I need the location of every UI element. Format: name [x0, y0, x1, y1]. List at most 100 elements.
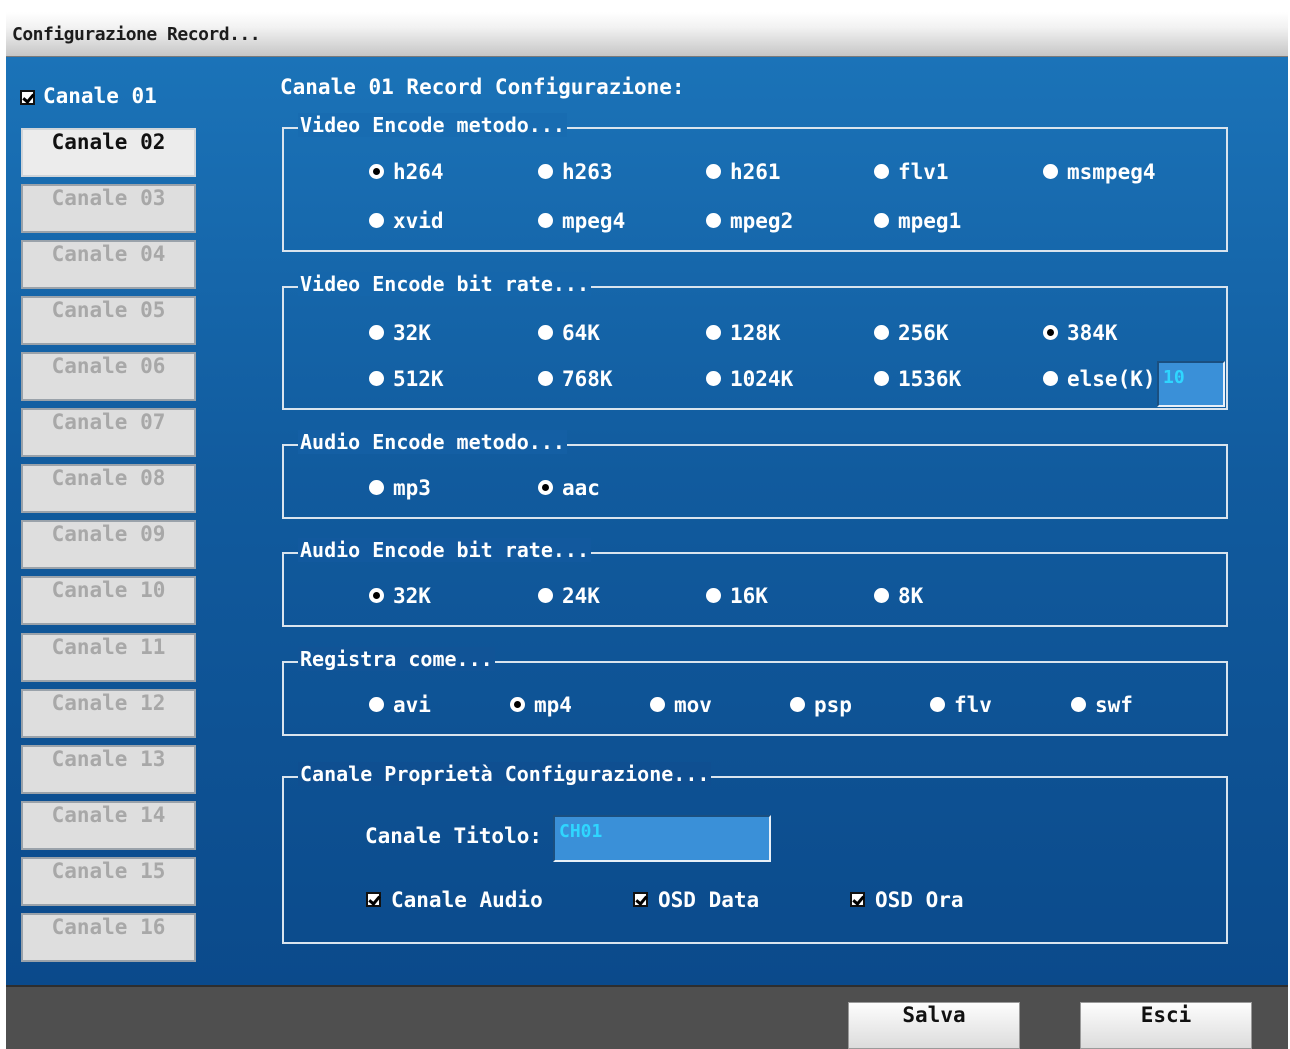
radio-icon	[874, 164, 889, 179]
radio-icon	[369, 164, 384, 179]
audio-bitrate-title: Audio Encode bit rate...	[298, 538, 591, 562]
radio-icon	[538, 213, 553, 228]
channel-08-button[interactable]: Canale 08	[21, 464, 196, 513]
title-bar: Configurazione Record...	[6, 12, 1288, 57]
section-header: Canale 01 Record Configurazione:	[280, 75, 685, 99]
channel-14-button[interactable]: Canale 14	[21, 801, 196, 850]
video-method-option[interactable]: mpeg4	[538, 209, 625, 233]
record-format-option[interactable]: mov	[650, 693, 712, 717]
radio-icon	[369, 697, 384, 712]
channel-16-button[interactable]: Canale 16	[21, 913, 196, 962]
channel-07-button[interactable]: Canale 07	[21, 408, 196, 457]
audio-bitrate-option[interactable]: 16K	[706, 584, 768, 608]
video-method-option[interactable]: msmpeg4	[1043, 160, 1156, 184]
radio-icon	[538, 371, 553, 386]
radio-icon	[1043, 325, 1058, 340]
audio-method-option[interactable]: mp3	[369, 476, 431, 500]
video-bitrate-option[interactable]: 1536K	[874, 367, 961, 391]
video-method-option[interactable]: flv1	[874, 160, 949, 184]
record-format-option[interactable]: avi	[369, 693, 431, 717]
radio-icon	[874, 325, 889, 340]
record-format-option[interactable]: swf	[1071, 693, 1133, 717]
radio-icon	[706, 164, 721, 179]
radio-icon	[369, 480, 384, 495]
video-bitrate-option[interactable]: 32K	[369, 321, 431, 345]
video-method-option[interactable]: h264	[369, 160, 444, 184]
save-button[interactable]: Salva	[848, 1002, 1020, 1049]
channel-06-button[interactable]: Canale 06	[21, 352, 196, 401]
radio-icon	[874, 588, 889, 603]
radio-icon	[706, 213, 721, 228]
video-method-option[interactable]: mpeg1	[874, 209, 961, 233]
audio-bitrate-option[interactable]: 24K	[538, 584, 600, 608]
video-bitrate-option[interactable]: 1024K	[706, 367, 793, 391]
channel-title-input[interactable]: CH01	[553, 815, 771, 862]
channel-01-checkbox[interactable]: Canale 01	[20, 84, 157, 108]
record-format-title: Registra come...	[298, 647, 495, 671]
video-bitrate-option[interactable]: 256K	[874, 321, 949, 345]
radio-icon	[706, 325, 721, 340]
video-bitrate-option[interactable]: 128K	[706, 321, 781, 345]
channel-05-button[interactable]: Canale 05	[21, 296, 196, 345]
radio-icon	[1043, 164, 1058, 179]
audio-method-option[interactable]: aac	[538, 476, 600, 500]
radio-icon	[706, 371, 721, 386]
radio-icon	[369, 325, 384, 340]
radio-icon	[790, 697, 805, 712]
audio-bitrate-option[interactable]: 8K	[874, 584, 923, 608]
checkbox-checked-icon	[633, 892, 648, 907]
checkbox-checked-icon	[20, 89, 35, 105]
video-method-group: Video Encode metodo...	[282, 113, 1228, 252]
video-method-title: Video Encode metodo...	[298, 113, 567, 137]
channel-15-button[interactable]: Canale 15	[21, 857, 196, 906]
channel-11-button[interactable]: Canale 11	[21, 633, 196, 682]
radio-icon	[930, 697, 945, 712]
video-bitrate-option[interactable]: 512K	[369, 367, 444, 391]
exit-button[interactable]: Esci	[1080, 1002, 1252, 1049]
audio-bitrate-option[interactable]: 32K	[369, 584, 431, 608]
record-config-window: Configurazione Record... Canale 01 Canal…	[0, 0, 1290, 1049]
channel-02-button[interactable]: Canale 02	[21, 128, 196, 177]
channel-03-button[interactable]: Canale 03	[21, 184, 196, 233]
window-title: Configurazione Record...	[12, 24, 261, 45]
channel-09-button[interactable]: Canale 09	[21, 520, 196, 569]
record-format-option[interactable]: mp4	[510, 693, 572, 717]
audio-method-title: Audio Encode metodo...	[298, 430, 567, 454]
radio-icon	[538, 325, 553, 340]
channel-properties-title: Canale Proprietà Configurazione...	[298, 762, 712, 786]
record-format-option[interactable]: psp	[790, 693, 852, 717]
radio-icon	[510, 697, 525, 712]
video-bitrate-option[interactable]: 768K	[538, 367, 613, 391]
video-bitrate-option[interactable]: 64K	[538, 321, 600, 345]
radio-icon	[538, 164, 553, 179]
channel-13-button[interactable]: Canale 13	[21, 745, 196, 794]
channel-audio-checkbox[interactable]: Canale Audio	[366, 888, 543, 912]
radio-icon	[706, 588, 721, 603]
channel-12-button[interactable]: Canale 12	[21, 689, 196, 738]
osd-ora-checkbox[interactable]: OSD Ora	[850, 888, 964, 912]
video-bitrate-group: Video Encode bit rate...	[282, 272, 1228, 410]
checkbox-checked-icon	[850, 892, 865, 907]
radio-icon	[538, 480, 553, 495]
channel-10-button[interactable]: Canale 10	[21, 576, 196, 625]
radio-icon	[874, 213, 889, 228]
radio-icon	[874, 371, 889, 386]
radio-icon	[369, 588, 384, 603]
osd-data-checkbox[interactable]: OSD Data	[633, 888, 759, 912]
radio-icon	[369, 371, 384, 386]
video-bitrate-title: Video Encode bit rate...	[298, 272, 591, 296]
channel-title-label: Canale Titolo:	[365, 824, 543, 848]
video-method-option[interactable]: mpeg2	[706, 209, 793, 233]
channel-01-label: Canale 01	[43, 84, 157, 108]
radio-icon	[1071, 697, 1086, 712]
video-bitrate-option[interactable]: 384K	[1043, 321, 1118, 345]
radio-icon	[369, 213, 384, 228]
channel-04-button[interactable]: Canale 04	[21, 240, 196, 289]
video-method-option[interactable]: h263	[538, 160, 613, 184]
video-method-option[interactable]: h261	[706, 160, 781, 184]
radio-icon	[538, 588, 553, 603]
video-bitrate-option[interactable]: else(K)	[1043, 367, 1156, 391]
video-method-option[interactable]: xvid	[369, 209, 444, 233]
record-format-option[interactable]: flv	[930, 693, 992, 717]
else-bitrate-input[interactable]: 10	[1157, 361, 1225, 407]
